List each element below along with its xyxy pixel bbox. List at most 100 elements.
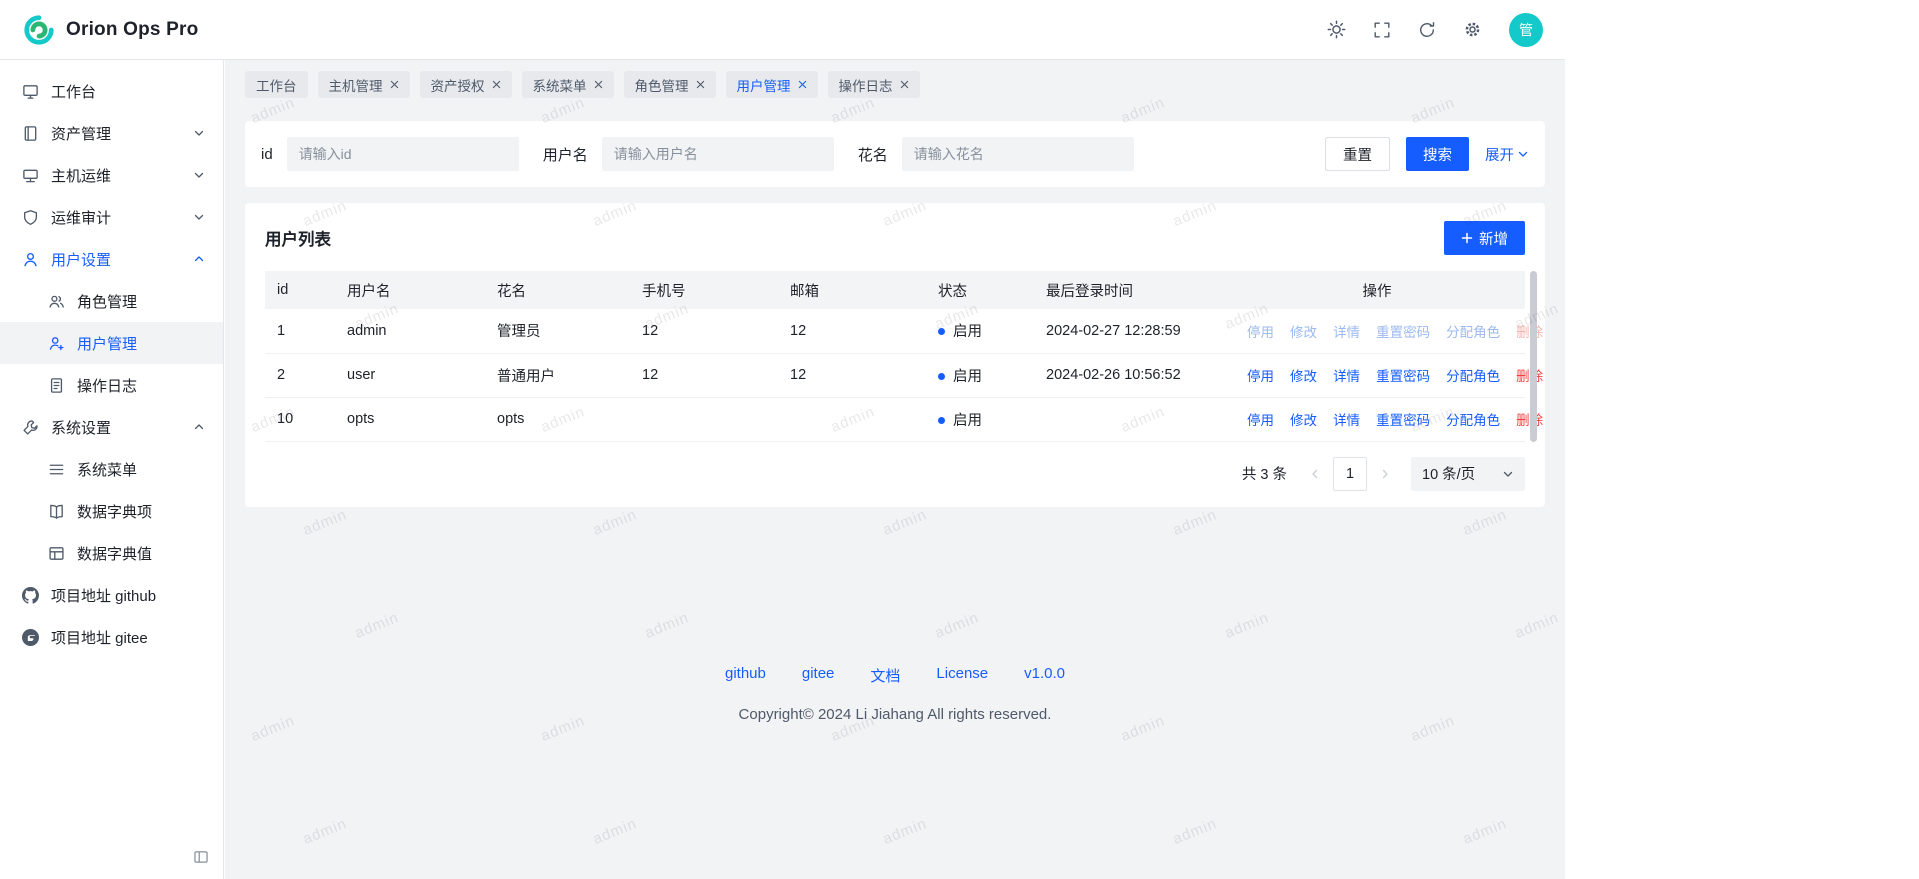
sidebar-item-github[interactable]: 项目地址 github (0, 574, 223, 616)
status-label: 启用 (953, 324, 982, 340)
sidebar-item-asset-management[interactable]: 资产管理 (0, 112, 223, 154)
action-disable-button[interactable]: 停用 (1247, 413, 1274, 428)
footer-link-version[interactable]: v1.0.0 (1024, 665, 1065, 686)
action-disable-button[interactable]: 停用 (1247, 369, 1274, 384)
footer-link-license[interactable]: License (936, 665, 988, 686)
column-header-status: 状态 (926, 271, 1034, 309)
sidebar-item-label: 主机运维 (51, 165, 181, 186)
header-actions: 管 (1327, 13, 1543, 47)
cell-username: opts (335, 397, 485, 441)
cell-nickname: opts (485, 397, 630, 441)
cell-id: 10 (265, 397, 335, 441)
action-edit-button[interactable]: 修改 (1290, 413, 1317, 428)
column-header-nickname: 花名 (485, 271, 630, 309)
dict-value-icon (48, 545, 65, 562)
sidebar-item-dict-value[interactable]: 数据字典值 (0, 532, 223, 574)
pagination: 共 3 条 1 10 条/页 (265, 457, 1525, 491)
cell-nickname: 管理员 (485, 309, 630, 353)
sidebar-item-role-management[interactable]: 角色管理 (0, 280, 223, 322)
action-detail-button[interactable]: 详情 (1333, 325, 1360, 340)
action-detail-button[interactable]: 详情 (1333, 369, 1360, 384)
sidebar-item-operation-log[interactable]: 操作日志 (0, 364, 223, 406)
chevron-down-icon (193, 127, 205, 139)
system-settings-icon (22, 419, 39, 436)
settings-gear-icon[interactable] (1463, 20, 1482, 39)
action-edit-button[interactable]: 修改 (1290, 325, 1317, 340)
sidebar-item-label: 资产管理 (51, 123, 181, 144)
assets-icon (22, 125, 39, 142)
action-detail-button[interactable]: 详情 (1333, 413, 1360, 428)
footer-link-gitee[interactable]: gitee (802, 665, 835, 686)
status-dot (938, 417, 945, 424)
watermark-text: admin (642, 609, 691, 642)
tab-asset-authorization[interactable]: 资产授权 (420, 71, 512, 98)
action-assign-role-button[interactable]: 分配角色 (1446, 369, 1500, 384)
cell-status: 启用 (926, 309, 1034, 353)
sidebar-item-system-settings[interactable]: 系统设置 (0, 406, 223, 448)
sidebar: 工作台 资产管理 主机运维 (0, 60, 224, 879)
close-icon[interactable] (594, 80, 603, 89)
tab-operation-log[interactable]: 操作日志 (828, 71, 920, 98)
action-edit-button[interactable]: 修改 (1290, 369, 1317, 384)
next-page-icon[interactable] (1373, 462, 1397, 486)
footer-link-docs[interactable]: 文档 (870, 665, 900, 686)
chevron-down-icon (1517, 148, 1529, 160)
sidebar-item-label: 用户设置 (51, 249, 181, 270)
action-reset-password-button[interactable]: 重置密码 (1376, 325, 1430, 340)
tab-label: 工作台 (256, 75, 297, 95)
prev-page-icon[interactable] (1303, 462, 1327, 486)
tab-host-management[interactable]: 主机管理 (318, 71, 410, 98)
action-assign-role-button[interactable]: 分配角色 (1446, 413, 1500, 428)
table-row: 10 opts opts 启用 停用 修改 详情 重置密码 (265, 397, 1525, 441)
sidebar-item-system-menu[interactable]: 系统菜单 (0, 448, 223, 490)
watermark-text: admin (1170, 506, 1219, 539)
action-disable-button[interactable]: 停用 (1247, 325, 1274, 340)
action-reset-password-button[interactable]: 重置密码 (1376, 369, 1430, 384)
user-manage-icon (48, 335, 65, 352)
action-reset-password-button[interactable]: 重置密码 (1376, 413, 1430, 428)
cell-id: 2 (265, 353, 335, 397)
sidebar-item-ops-audit[interactable]: 运维审计 (0, 196, 223, 238)
watermark-text: admin (1222, 609, 1271, 642)
tab-workbench[interactable]: 工作台 (245, 71, 308, 98)
audit-shield-icon (22, 209, 39, 226)
tab-role-management[interactable]: 角色管理 (624, 71, 716, 98)
sidebar-item-workbench[interactable]: 工作台 (0, 70, 223, 112)
close-icon[interactable] (798, 80, 807, 89)
fullscreen-icon[interactable] (1373, 21, 1391, 39)
id-input[interactable] (287, 137, 519, 171)
action-assign-role-button[interactable]: 分配角色 (1446, 325, 1500, 340)
watermark-text: admin (590, 815, 639, 848)
cell-last-login (1034, 397, 1229, 441)
search-button[interactable]: 搜索 (1406, 137, 1469, 171)
page-size-select[interactable]: 10 条/页 (1411, 457, 1525, 491)
add-user-button[interactable]: 新增 (1444, 221, 1525, 255)
sidebar-item-user-settings[interactable]: 用户设置 (0, 238, 223, 280)
page-number-button[interactable]: 1 (1333, 457, 1367, 491)
theme-toggle-icon[interactable] (1327, 20, 1346, 39)
expand-toggle[interactable]: 展开 (1485, 144, 1529, 165)
nickname-input[interactable] (902, 137, 1134, 171)
sidebar-item-dict-item[interactable]: 数据字典项 (0, 490, 223, 532)
user-avatar[interactable]: 管 (1509, 13, 1543, 47)
sidebar-item-label: 系统菜单 (77, 459, 137, 480)
close-icon[interactable] (390, 80, 399, 89)
reset-button[interactable]: 重置 (1325, 137, 1390, 171)
sidebar-item-host-ops[interactable]: 主机运维 (0, 154, 223, 196)
close-icon[interactable] (492, 80, 501, 89)
copyright-text: Copyright© 2024 Li Jiahang All rights re… (225, 706, 1565, 723)
sidebar-item-label: 运维审计 (51, 207, 181, 228)
sidebar-item-gitee[interactable]: 项目地址 gitee (0, 616, 223, 658)
sidebar-collapse-icon[interactable] (193, 849, 209, 865)
watermark-text: admin (300, 506, 349, 539)
refresh-icon[interactable] (1418, 21, 1436, 39)
tab-system-menu[interactable]: 系统菜单 (522, 71, 614, 98)
tab-user-management[interactable]: 用户管理 (726, 71, 818, 98)
close-icon[interactable] (900, 80, 909, 89)
username-input[interactable] (602, 137, 834, 171)
table-row: 2 user 普通用户 12 12 启用 2024-02-26 10:56:52… (265, 353, 1525, 397)
vertical-scrollbar[interactable] (1530, 271, 1537, 442)
close-icon[interactable] (696, 80, 705, 89)
footer-link-github[interactable]: github (725, 665, 766, 686)
sidebar-item-user-management[interactable]: 用户管理 (0, 322, 223, 364)
